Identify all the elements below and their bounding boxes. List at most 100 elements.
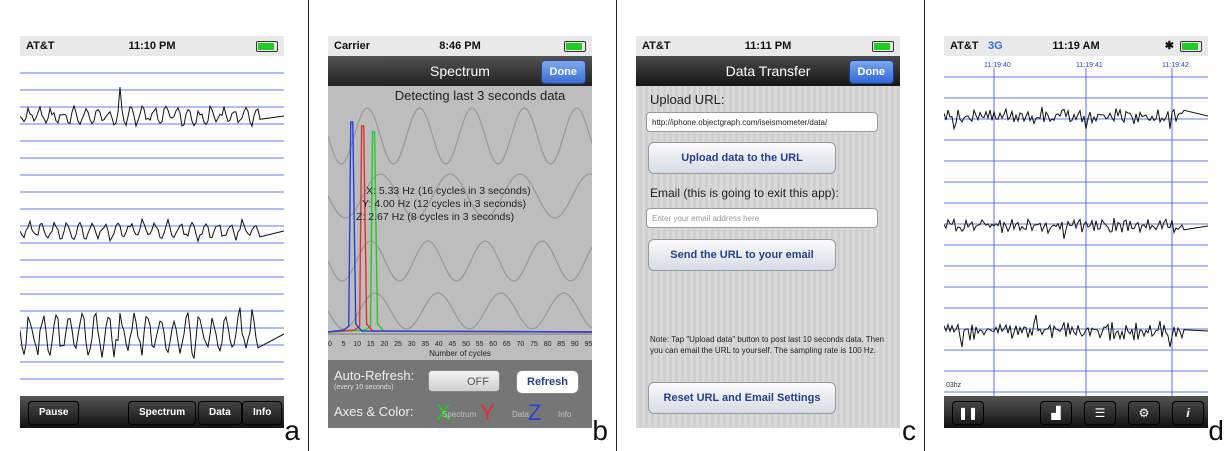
panel-a: AT&T 11:10 PM Pause Spectrum Data Info a (0, 0, 308, 451)
battery-icon (1180, 41, 1202, 52)
panel-label: d (1208, 415, 1224, 446)
pause-icon[interactable]: ❚❚ (952, 401, 984, 425)
y-axis-swatch[interactable]: Y (480, 400, 495, 426)
tick-label: 70 (517, 341, 525, 348)
upload-data-button[interactable]: Upload data to the URL (648, 142, 836, 174)
z-readout: Z: 2.67 Hz (8 cycles in 3 seconds) (356, 211, 515, 223)
clock: 11:10 PM (128, 40, 176, 52)
done-button[interactable]: Done (540, 60, 586, 84)
trace-y (20, 217, 284, 243)
background-wave (328, 240, 592, 282)
x-axis-ticks: 0 5 10 15 20 25 30 35 40 45 50 55 60 65 70 75 80 85 90 95 (328, 341, 592, 348)
nav-bar: Data Transfer Done (636, 56, 900, 86)
sample-rate-label: 03hz (946, 382, 962, 389)
panel-label: a (284, 415, 300, 446)
tick-label: 10 (353, 341, 361, 348)
clock: 11:11 PM (744, 40, 792, 52)
panel-c: AT&T 11:11 PM Data Transfer Done Upload … (616, 0, 924, 451)
status-bar: AT&T 11:11 PM (636, 36, 900, 56)
tick-label: 0 (328, 341, 332, 348)
spectrum-tab-ghost: Spectrum (442, 410, 477, 419)
trace-z (20, 307, 284, 359)
time-marker: 11:19:41 (1076, 62, 1103, 69)
tick-label: 75 (530, 341, 538, 348)
status-bar: AT&T 3G 11:19 AM ✱ (944, 36, 1208, 56)
spectrum-screen: Carrier 8:46 PM Spectrum Done 0 5 10 15 20 25… (328, 36, 592, 428)
time-marker: 11:19:40 (984, 62, 1011, 69)
info-tab-ghost: Info (558, 410, 572, 419)
tick-label: 45 (449, 341, 457, 348)
waveform-plot: 11:19:40 11:19:41 11:19:42 03hz (944, 62, 1208, 396)
tick-label: 95 (585, 341, 592, 348)
background-wave (328, 292, 592, 330)
tick-label: 85 (557, 341, 565, 348)
trace-y (944, 217, 1208, 239)
trace-x (944, 106, 1208, 131)
battery-icon (256, 41, 278, 52)
y-readout: Y: 4.00 Hz (12 cycles in 3 seconds) (362, 198, 526, 210)
data-button[interactable]: Data (198, 401, 242, 425)
seismometer-screen: AT&T 11:10 PM Pause Spectrum Data Info (20, 36, 284, 428)
tick-label: 35 (421, 341, 429, 348)
status-bar: Carrier 8:46 PM (328, 36, 592, 56)
panel-b: Carrier 8:46 PM Spectrum Done 0 5 10 15 20 25… (308, 0, 616, 451)
waveform-plot (20, 72, 284, 380)
tick-label: 40 (435, 341, 443, 348)
send-url-button[interactable]: Send the URL to your email (648, 239, 836, 271)
email-field[interactable]: Enter your email address here (646, 208, 878, 228)
spectrum-z-line (328, 121, 592, 333)
info-button[interactable]: Info (242, 401, 283, 425)
background-wave (328, 107, 592, 165)
bottom-toolbar: ❚❚ ▟ ☰ ⚙ i (944, 396, 1208, 428)
gear-icon[interactable]: ⚙ (1128, 401, 1160, 425)
panel-d: AT&T 3G 11:19 AM ✱ 11:19:40 11:19:41 11:… (924, 0, 1232, 451)
done-button[interactable]: Done (848, 60, 894, 84)
auto-refresh-toggle[interactable]: OFF (428, 370, 500, 392)
database-icon[interactable]: ☰ (1084, 401, 1116, 425)
settings-overlay: Auto-Refresh: (every 10 seconds) OFF Ref… (328, 360, 592, 428)
status-bar: AT&T 11:10 PM (20, 36, 284, 56)
pause-button[interactable]: Pause (28, 401, 80, 425)
tick-label: 5 (342, 341, 346, 348)
axes-color-label: Axes & Color: (334, 404, 414, 419)
panel-label: c (902, 415, 916, 446)
upload-url-label: Upload URL: (650, 92, 725, 107)
detecting-label: Detecting last 3 seconds data (394, 88, 566, 103)
data-tab-ghost: Data (512, 410, 529, 419)
email-label: Email (this is going to exit this app): (650, 186, 839, 200)
chart-icon[interactable]: ▟ (1040, 401, 1072, 425)
reset-settings-button[interactable]: Reset URL and Email Settings (648, 382, 836, 414)
panel-label: b (592, 415, 608, 446)
auto-refresh-sublabel: (every 10 seconds) (334, 384, 394, 391)
spectrum-y-line (328, 125, 592, 333)
data-transfer-screen: AT&T 11:11 PM Data Transfer Done Upload … (636, 36, 900, 428)
battery-icon (872, 41, 894, 52)
tick-label: 55 (476, 341, 484, 348)
bottom-toolbar: Pause Spectrum Data Info (20, 396, 284, 428)
spectrum-x-line (328, 131, 592, 333)
tick-label: 90 (571, 341, 579, 348)
tick-label: 25 (394, 341, 402, 348)
z-axis-swatch[interactable]: Z (528, 400, 541, 426)
info-icon[interactable]: i (1172, 401, 1204, 425)
upload-url-field[interactable]: http://iphone.objectgraph.com/iseismomet… (646, 112, 878, 132)
auto-refresh-label: Auto-Refresh: (334, 368, 415, 383)
x-readout: X: 5.33 Hz (16 cycles in 3 seconds) (366, 185, 531, 197)
note-text: Note: Tap "Upload data" button to post l… (650, 335, 884, 355)
axis-label: Number of cycles (429, 349, 491, 358)
trace-z (944, 314, 1208, 348)
refresh-button[interactable]: Refresh (516, 370, 579, 394)
tick-label: 20 (381, 341, 389, 348)
clock: 8:46 PM (439, 40, 481, 52)
tick-label: 60 (489, 341, 497, 348)
tick-label: 80 (544, 341, 552, 348)
nav-bar: Spectrum Done (328, 56, 592, 86)
bluetooth-icon: ✱ (1164, 40, 1174, 52)
tick-label: 50 (462, 341, 470, 348)
tick-label: 65 (503, 341, 511, 348)
time-marker: 11:19:42 (1162, 62, 1189, 69)
seismometer-screen: AT&T 3G 11:19 AM ✱ 11:19:40 11:19:41 11:… (944, 36, 1208, 428)
spectrum-button[interactable]: Spectrum (128, 401, 197, 425)
tick-label: 15 (367, 341, 375, 348)
battery-icon (564, 41, 586, 52)
